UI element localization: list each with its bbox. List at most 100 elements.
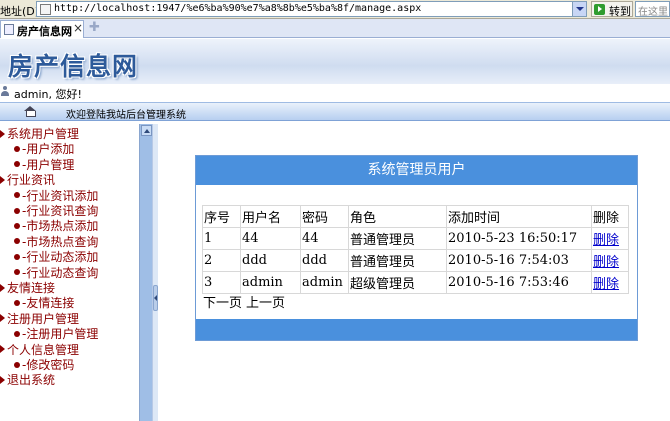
address-input[interactable]: http://localhost:1947/%e6%ba%90%e7%a8%8b…	[36, 1, 587, 17]
bullet-icon	[14, 161, 20, 168]
prev-page-link[interactable]: 上一页	[246, 296, 285, 311]
sidebar-item[interactable]: -行业动态查询	[14, 264, 98, 280]
table-row: 2 ddd ddd 普通管理员 2010-5-16 7:54:03 删除	[202, 249, 629, 272]
close-icon[interactable]: ×	[73, 21, 83, 35]
sidebar-item[interactable]: -用户添加	[14, 140, 74, 156]
sidebar-item-label: -注册用户管理	[22, 327, 99, 342]
cell-username: 44	[240, 227, 301, 250]
sidebar-item[interactable]: -行业资讯查询	[14, 202, 98, 218]
sidebar-item-label: -用户管理	[22, 157, 75, 172]
sidebar-item-label: -市场热点添加	[22, 219, 99, 234]
site-banner: 房产信息网	[0, 39, 670, 84]
cell-id: 3	[202, 271, 241, 294]
tab-title: 房产信息网	[17, 25, 72, 38]
page-icon	[4, 24, 14, 35]
scroll-up-icon[interactable]	[141, 125, 152, 136]
cell-password: admin	[300, 271, 349, 294]
welcome-text: 欢迎登陆我站后台管理系统	[66, 110, 186, 121]
sidebar-scrollbar[interactable]	[139, 124, 152, 421]
sidebar-item[interactable]: -市场热点查询	[14, 233, 98, 249]
cell-password: 44	[300, 227, 349, 250]
bullet-icon	[14, 192, 20, 199]
sidebar-item[interactable]: -行业资讯添加	[14, 187, 98, 203]
header-cell: 用户名	[240, 205, 301, 228]
cell-id: 2	[202, 249, 241, 272]
header-cell: 密码	[300, 205, 349, 228]
browser-tab[interactable]: 房产信息网 ×	[0, 20, 84, 38]
address-dropdown-icon[interactable]	[572, 2, 586, 16]
bullet-icon	[14, 330, 20, 337]
expand-arrow-icon	[0, 345, 5, 354]
delete-link[interactable]: 删除	[593, 255, 619, 270]
address-url[interactable]: http://localhost:1947/%e6%ba%90%e7%a8%8b…	[54, 3, 421, 14]
bullet-icon	[14, 222, 20, 229]
go-button[interactable]: 转到	[591, 1, 633, 18]
bullet-icon	[14, 207, 20, 214]
sidebar-item[interactable]: 个人信息管理	[0, 341, 79, 357]
table-row: 1 44 44 普通管理员 2010-5-23 16:50:17 删除	[202, 227, 629, 250]
bullet-icon	[14, 145, 20, 152]
sidebar-item-label: -用户添加	[22, 142, 75, 157]
sidebar-item-label: 个人信息管理	[7, 342, 80, 357]
panel-title: 系统管理员用户	[196, 156, 637, 185]
cell-delete: 删除	[591, 227, 629, 250]
user-bar: admin, 您好!	[0, 84, 670, 101]
sidebar-item[interactable]: -用户管理	[14, 156, 74, 172]
sidebar-item[interactable]: 退出系统	[0, 371, 55, 387]
bullet-icon	[14, 299, 20, 306]
search-input[interactable]: 在这里	[635, 1, 670, 17]
cell-added-time: 2010-5-23 16:50:17	[446, 227, 592, 250]
sidebar-item[interactable]: 友情连接	[0, 279, 55, 295]
page-icon	[40, 4, 51, 15]
bullet-icon	[14, 269, 20, 276]
cell-delete: 删除	[591, 271, 629, 294]
admin-users-panel: 系统管理员用户 序号 用户名 密码 角色 添加时间 删除 1 44 44 普通管…	[195, 155, 638, 341]
sidebar-item[interactable]: 系统用户管理	[0, 125, 79, 141]
cell-added-time: 2010-5-16 7:53:46	[446, 271, 592, 294]
collapse-sidebar-icon[interactable]	[153, 285, 158, 311]
sidebar-item-label: -行业资讯查询	[22, 204, 99, 218]
next-page-link[interactable]: 下一页	[203, 296, 242, 311]
sidebar-item[interactable]: 注册用户管理	[0, 310, 79, 326]
cell-delete: 删除	[591, 249, 629, 272]
expand-arrow-icon	[0, 129, 5, 138]
cell-added-time: 2010-5-16 7:54:03	[446, 249, 592, 272]
sidebar-item[interactable]: 行业资讯	[0, 171, 55, 187]
sidebar-item-label: 系统用户管理	[7, 127, 80, 141]
sidebar-item[interactable]: -注册用户管理	[14, 325, 98, 341]
go-button-label: 转到	[609, 5, 631, 18]
header-cell: 角色	[348, 205, 447, 228]
sidebar-item[interactable]: -市场热点添加	[14, 217, 98, 233]
sidebar-menu: 系统用户管理 -用户添加 -用户管理 行业资讯 -行业资讯添加 -行业资讯查询 -市场热点添…	[0, 124, 138, 421]
sidebar-item[interactable]: -修改密码	[14, 356, 74, 372]
header-cell: 序号	[202, 205, 241, 228]
panel-footer	[196, 319, 637, 340]
sidebar-item-label: -友情连接	[22, 296, 75, 311]
site-title: 房产信息网	[8, 52, 139, 81]
sidebar-item-label: -市场热点查询	[22, 234, 99, 249]
delete-link[interactable]: 删除	[593, 233, 619, 248]
cell-role: 普通管理员	[348, 249, 447, 272]
address-label: 地址(D)	[0, 5, 40, 18]
cell-username: ddd	[240, 249, 301, 272]
user-greeting: admin, 您好!	[14, 88, 82, 101]
bullet-icon	[14, 238, 20, 245]
frame-splitter[interactable]	[152, 124, 158, 421]
go-arrow-icon	[594, 4, 605, 15]
cell-role: 超级管理员	[348, 271, 447, 294]
sidebar-item-label: 友情连接	[7, 281, 56, 295]
sidebar-item[interactable]: -友情连接	[14, 294, 74, 310]
admin-users-table: 序号 用户名 密码 角色 添加时间 删除 1 44 44 普通管理员 2010-…	[202, 205, 629, 294]
sidebar-item-label: -行业动态查询	[22, 265, 99, 280]
table-row: 3 admin admin 超级管理员 2010-5-16 7:53:46 删除	[202, 271, 629, 294]
sidebar-item-label: -行业资讯添加	[22, 188, 99, 203]
sidebar-item-label: 注册用户管理	[7, 311, 80, 326]
delete-link[interactable]: 删除	[593, 277, 619, 292]
bullet-icon	[14, 361, 20, 368]
expand-arrow-icon	[0, 175, 5, 184]
home-icon[interactable]	[24, 106, 36, 117]
sidebar-item[interactable]: -行业动态添加	[14, 248, 98, 264]
sidebar-item-label: -修改密码	[22, 358, 75, 372]
expand-arrow-icon	[0, 375, 5, 384]
new-tab-icon[interactable]: ✚	[89, 21, 102, 34]
